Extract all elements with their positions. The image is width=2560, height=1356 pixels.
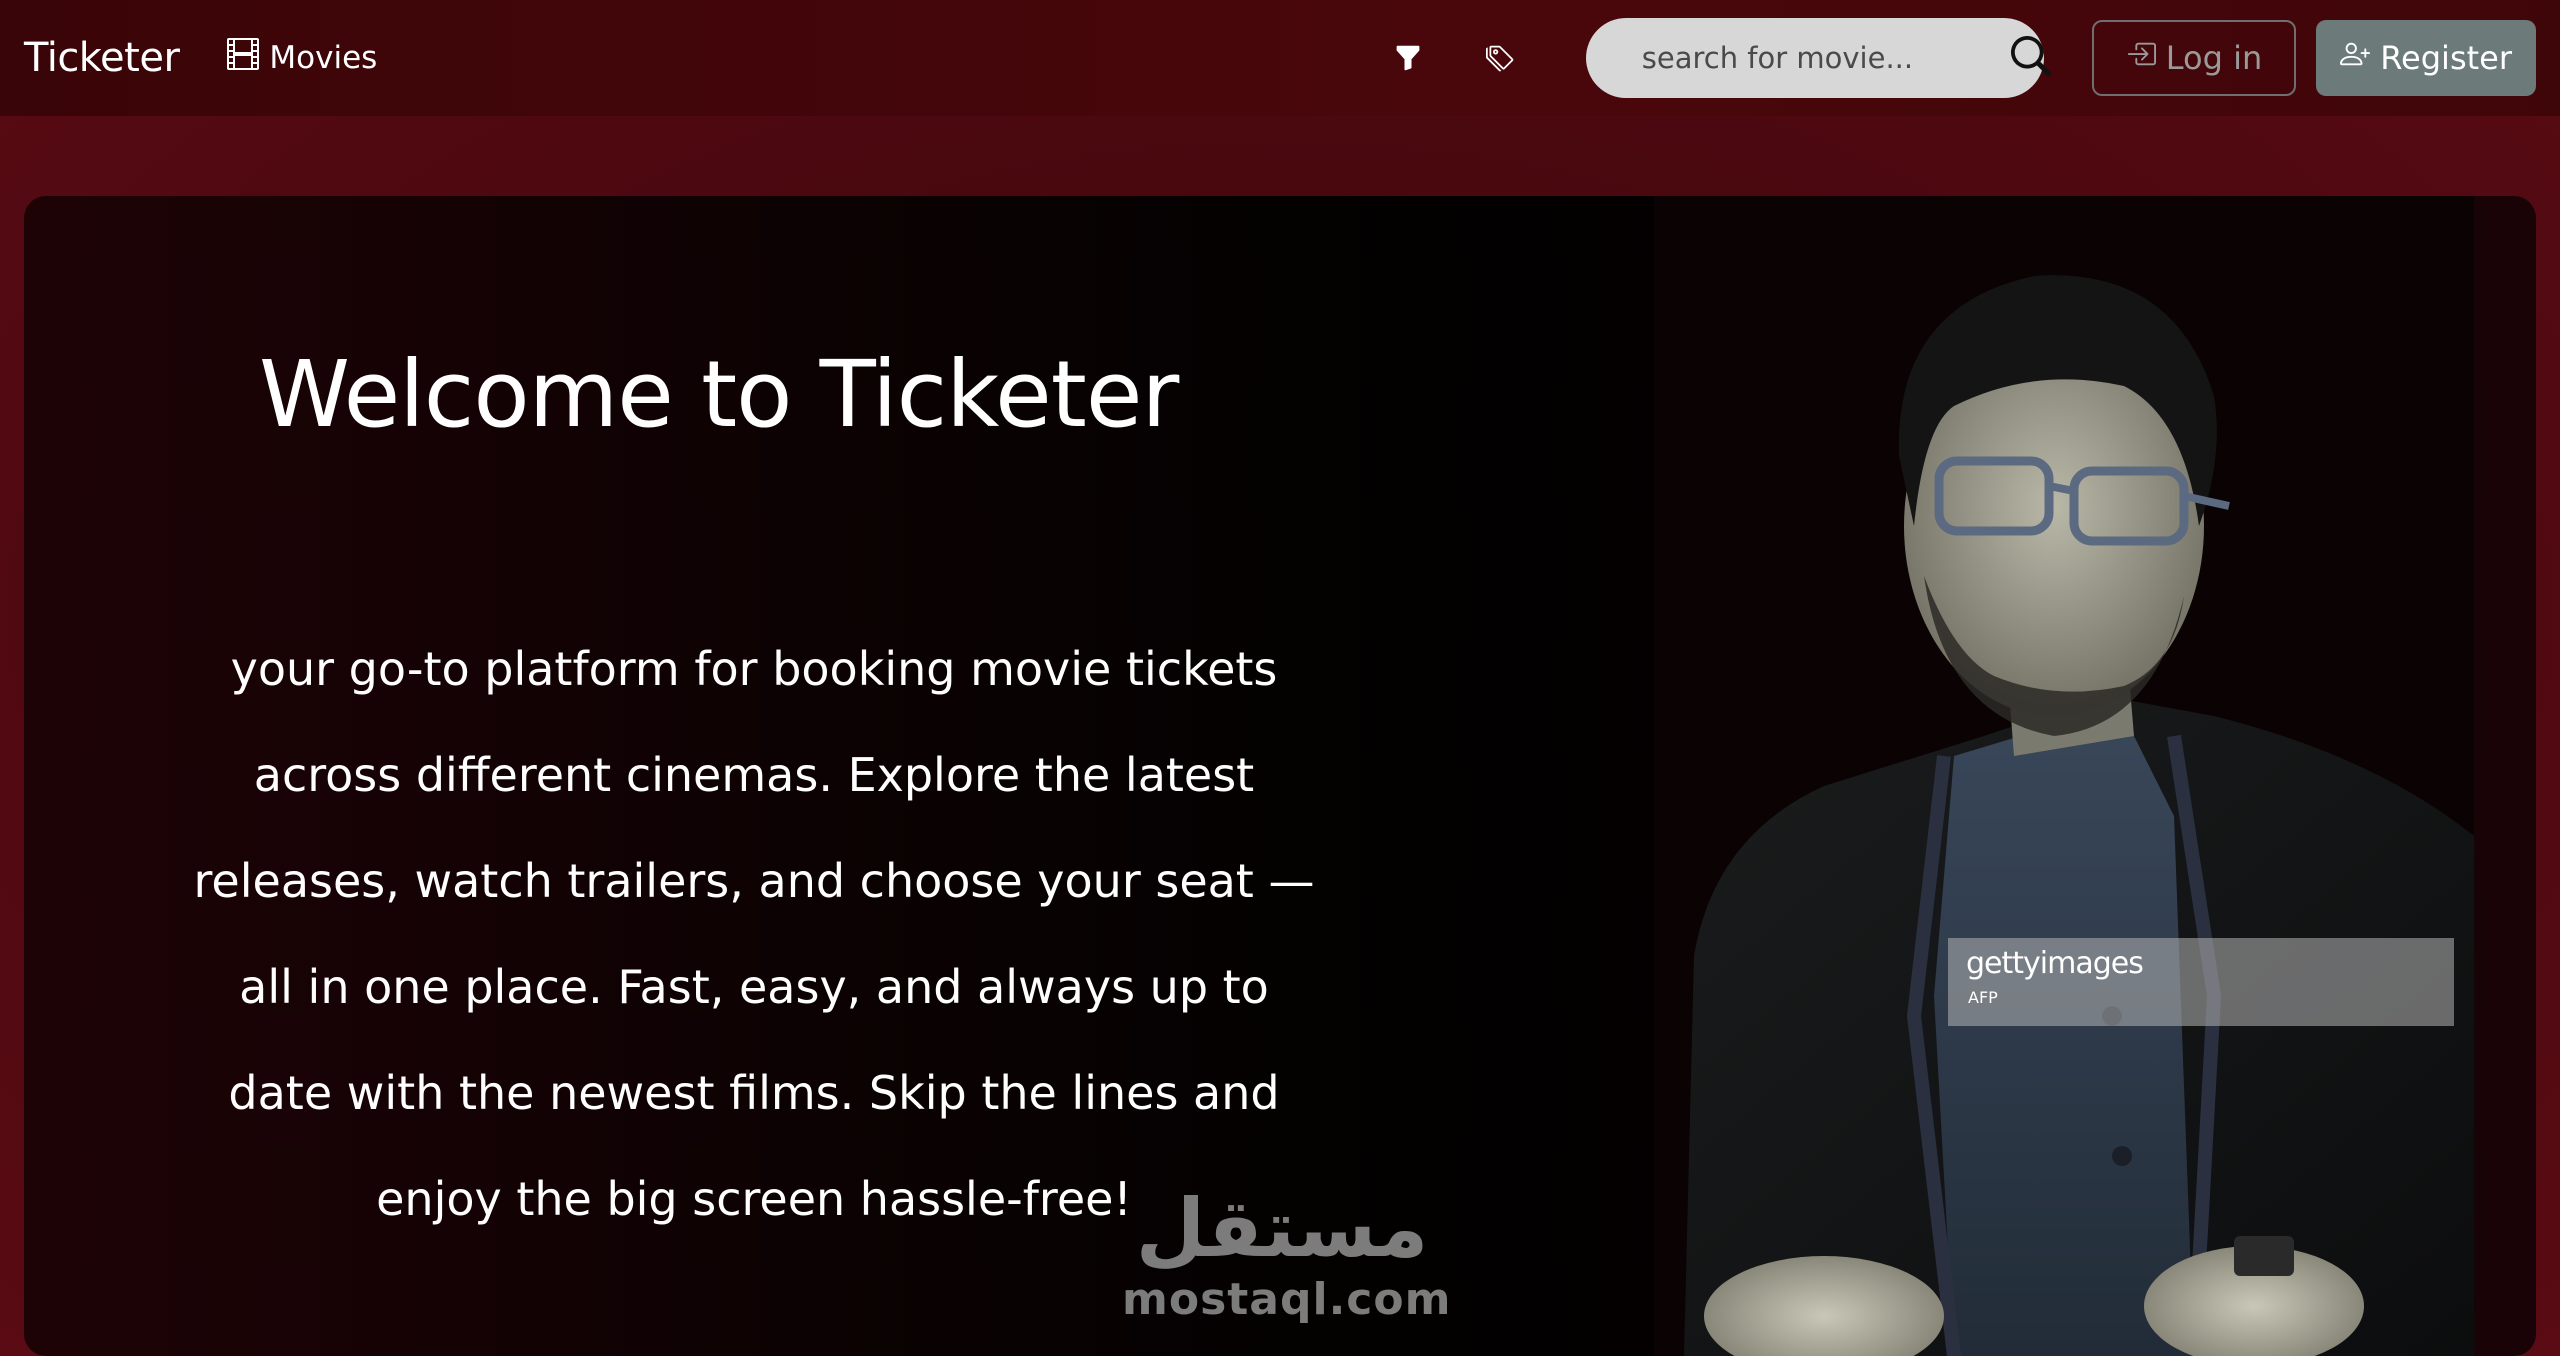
filter-icon[interactable]: [1386, 36, 1430, 80]
nav-movies-label: Movies: [269, 40, 378, 76]
hero-description-line: all in one place. Fast, easy, and always…: [239, 960, 1269, 1014]
hero-description-line: across different cinemas. Explore the la…: [253, 748, 1255, 802]
getty-sub: AFP: [1968, 988, 1998, 1007]
login-button[interactable]: Log in: [2091, 20, 2297, 96]
mostaql-watermark: مستقل mostaql.com: [1122, 1178, 1452, 1328]
hero-description-line: date with the newest films. Skip the lin…: [228, 1066, 1280, 1120]
login-icon: [2126, 39, 2156, 77]
hero-description-line: releases, watch trailers, and choose you…: [193, 854, 1315, 908]
person-plus-icon: [2340, 39, 2371, 77]
search-box: [1585, 18, 2051, 98]
hero-description: your go-to platform for booking movie ti…: [154, 616, 1354, 1252]
search-icon[interactable]: [2010, 36, 2051, 80]
mostaql-arabic-text: مستقل: [1136, 1182, 1429, 1274]
brand-logo[interactable]: Ticketer: [24, 35, 180, 81]
register-label: Register: [2380, 39, 2512, 77]
getty-logo: gettyimages: [1966, 946, 2144, 981]
navbar: Ticketer Movies search for movie... Log …: [0, 0, 2560, 116]
search-input[interactable]: [1639, 40, 2011, 76]
tags-icon[interactable]: [1478, 36, 1522, 80]
hero-photo: [1654, 196, 2474, 1356]
mostaql-latin-text: mostaql.com: [1122, 1274, 1452, 1325]
register-button[interactable]: Register: [2316, 20, 2536, 96]
hero-title: Welcome to Ticketer: [259, 341, 1179, 448]
getty-watermark: gettyimages AFP: [1948, 938, 2454, 1026]
mostaql-arabic-logo: مستقل: [1122, 1178, 1442, 1275]
hero-description-line: your go-to platform for booking movie ti…: [230, 642, 1278, 696]
film-icon: [227, 38, 260, 78]
nav-movies-link[interactable]: Movies: [227, 38, 377, 78]
login-label: Log in: [2165, 39, 2263, 77]
